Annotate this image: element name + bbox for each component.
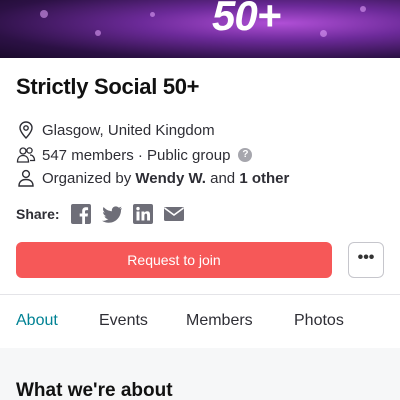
banner-text: 50+ xyxy=(212,0,281,39)
facebook-icon[interactable] xyxy=(70,203,92,225)
organizer-others-link[interactable]: 1 other xyxy=(239,170,289,187)
share-label: Share: xyxy=(16,206,60,222)
person-icon xyxy=(16,168,36,188)
group-banner: 50+ xyxy=(0,0,400,58)
help-icon[interactable]: ? xyxy=(238,148,253,162)
location-pin-icon xyxy=(16,120,36,140)
members-text[interactable]: 547 members · Public group xyxy=(42,147,230,164)
linkedin-icon[interactable] xyxy=(132,203,154,225)
email-icon[interactable] xyxy=(163,203,185,225)
request-to-join-button[interactable]: Request to join xyxy=(16,242,332,278)
organizer-and: and xyxy=(210,169,236,187)
tab-members[interactable]: Members xyxy=(186,312,253,330)
group-tabs: About Events Members Photos xyxy=(0,296,400,348)
more-options-button[interactable]: ••• xyxy=(348,242,384,278)
location-text: Glasgow, United Kingdom xyxy=(42,121,215,139)
location-row: Glasgow, United Kingdom xyxy=(16,119,215,141)
tab-photos[interactable]: Photos xyxy=(294,312,344,330)
twitter-icon[interactable] xyxy=(101,203,123,225)
about-section: What we're about xyxy=(0,348,400,400)
members-icon xyxy=(16,145,36,165)
share-row: Share: xyxy=(16,203,194,225)
organized-by-label: Organized by xyxy=(42,169,132,187)
tab-about[interactable]: About xyxy=(16,312,58,330)
organizer-row: Organized by Wendy W. and 1 other xyxy=(16,167,289,189)
divider xyxy=(0,294,400,295)
organizer-name-link[interactable]: Wendy W. xyxy=(135,170,206,187)
tab-events[interactable]: Events xyxy=(99,312,148,330)
group-title: Strictly Social 50+ xyxy=(16,74,200,99)
about-heading: What we're about xyxy=(16,380,173,400)
members-row: 547 members · Public group ? xyxy=(16,144,253,166)
